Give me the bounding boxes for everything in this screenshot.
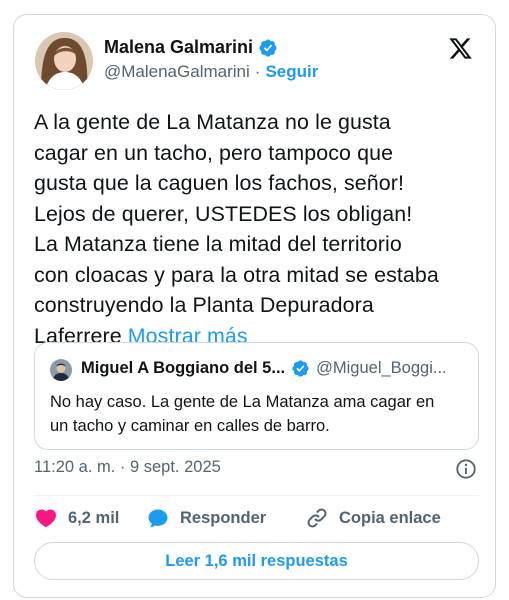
tweet-line: Lejos de querer, USTEDES los obligan! <box>34 201 413 226</box>
author-handle-row: @MalenaGalmarini · Seguir <box>104 62 318 82</box>
author-handle[interactable]: @MalenaGalmarini <box>104 62 250 82</box>
info-icon[interactable] <box>455 458 477 480</box>
heart-icon <box>35 509 57 528</box>
author-name-row: Malena Galmarini <box>104 37 278 58</box>
separator-dot: · <box>254 62 261 81</box>
quoted-tweet[interactable]: Miguel A Boggiano del 5... @Miguel_Boggi… <box>34 342 479 450</box>
quoted-author-handle: @Miguel_Boggi... <box>316 359 447 377</box>
tweet-line: A la gente de La Matanza no le gusta <box>34 110 391 134</box>
copy-link-button[interactable]: Copia enlace <box>305 506 441 530</box>
like-button[interactable]: 6,2 mil <box>34 506 119 530</box>
quoted-author-row: Miguel A Boggiano del 5... @Miguel_Boggi… <box>81 359 447 378</box>
tweet-line: construyendo la Planta Depuradora <box>34 293 374 317</box>
reply-bubble-icon <box>148 509 168 528</box>
copy-link-label: Copia enlace <box>339 508 441 527</box>
quoted-author-name: Miguel A Boggiano del 5... <box>81 359 286 377</box>
read-replies-button[interactable]: Leer 1,6 mil respuestas <box>34 542 479 580</box>
tweet-line: cagar en un tacho, pero tampoco que <box>34 140 394 165</box>
verified-badge-icon <box>292 360 309 377</box>
tweet-line: La Matanza tiene la mitad del territorio <box>34 232 402 256</box>
action-bar: 6,2 mil Responder Copia enlace <box>34 506 479 534</box>
quoted-author-avatar <box>50 359 72 381</box>
follow-button[interactable]: Seguir <box>265 62 318 82</box>
author-name[interactable]: Malena Galmarini <box>104 37 253 58</box>
quoted-tweet-text: No hay caso. La gente de La Matanza ama … <box>50 390 470 438</box>
link-icon <box>307 508 327 528</box>
tweet-line: con cloacas y para la otra mitad se esta… <box>34 262 439 287</box>
x-logo-icon[interactable] <box>448 36 473 61</box>
tweet-text: A la gente de La Matanza no le gusta cag… <box>34 107 484 351</box>
verified-badge-icon <box>259 38 277 57</box>
divider <box>34 495 479 496</box>
tweet-line: gusta que la caguen los fachos, señor! <box>34 171 405 195</box>
like-count: 6,2 mil <box>68 508 120 527</box>
tweet-card: Malena Galmarini @MalenaGalmarini · Segu… <box>13 14 496 598</box>
reply-button[interactable]: Responder <box>146 506 266 530</box>
reply-label: Responder <box>180 508 267 527</box>
quoted-tweet-line: No hay caso. La gente de La Matanza ama … <box>50 393 435 411</box>
quoted-tweet-line: un tacho y caminar en calles de barro. <box>50 417 330 435</box>
author-avatar[interactable] <box>35 32 93 90</box>
read-replies-label: Leer 1,6 mil respuestas <box>165 551 348 570</box>
tweet-timestamp[interactable]: 11:20 a. m. · 9 sept. 2025 <box>34 458 221 477</box>
